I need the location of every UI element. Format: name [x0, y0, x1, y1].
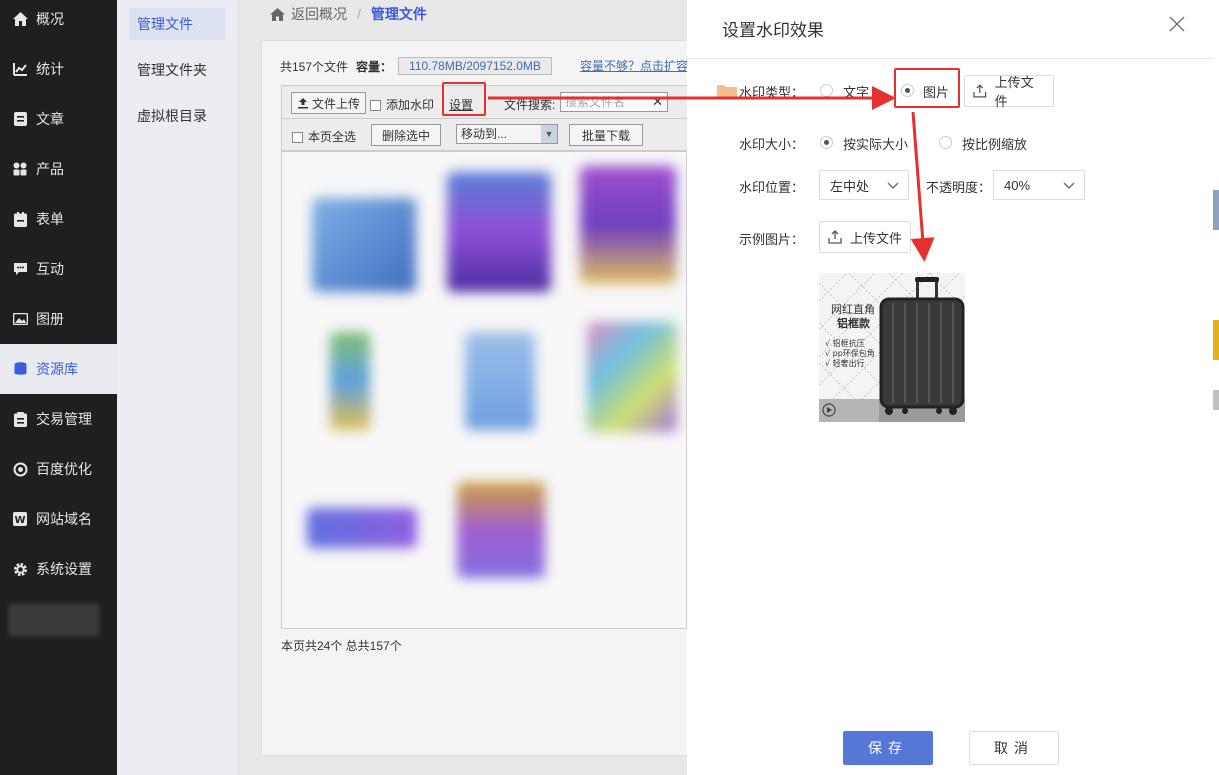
- annotation-arrow-down: [910, 111, 935, 262]
- page-edge-strip: [1213, 0, 1219, 775]
- annotation-arrows: [488, 86, 935, 262]
